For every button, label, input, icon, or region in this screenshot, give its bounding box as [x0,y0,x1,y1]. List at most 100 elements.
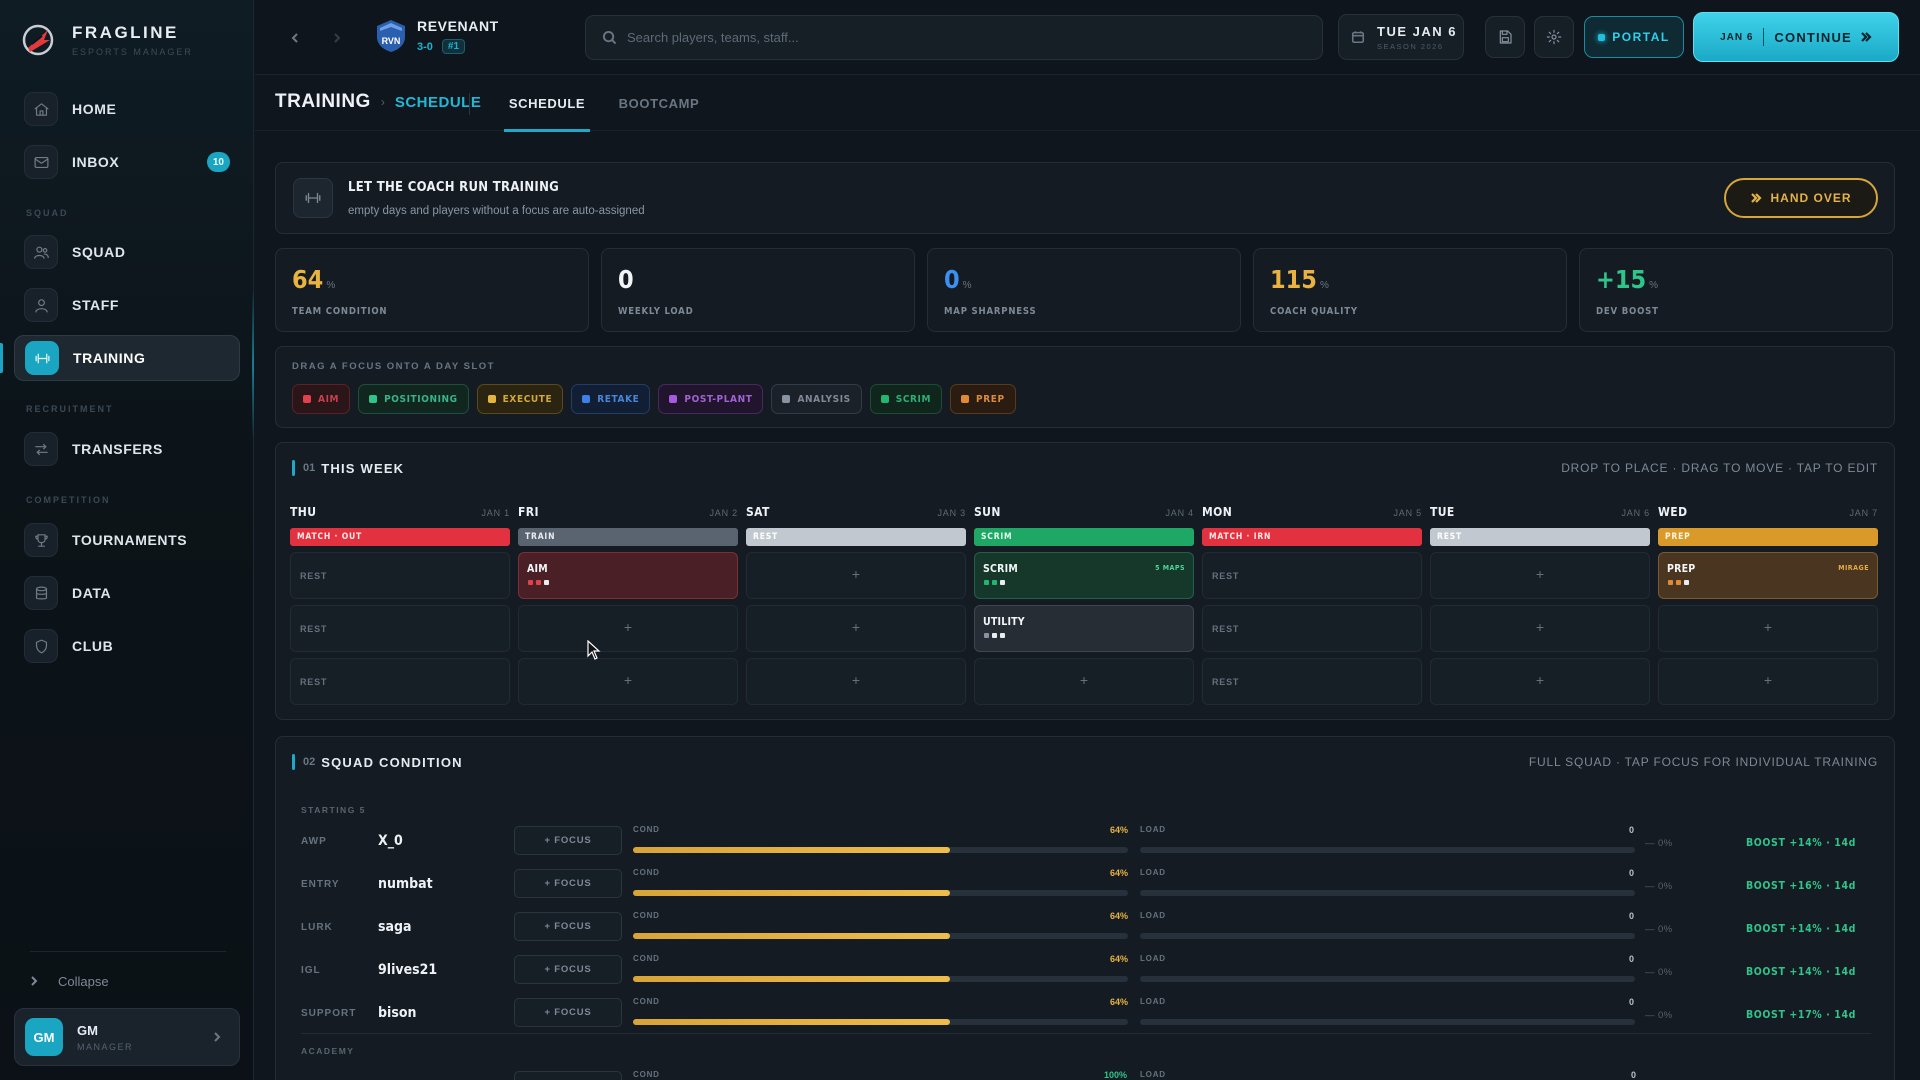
search-input[interactable] [627,30,1322,45]
slot-intensity [528,580,549,585]
day-slot[interactable]: REST [290,552,510,599]
load-delta: — 0% [1645,924,1673,935]
player-name[interactable]: X_0 [378,833,403,849]
add-focus-button[interactable]: + FOCUS [514,826,622,855]
slot-focus-aim[interactable]: AIM [518,552,738,599]
player-name[interactable]: 9lives21 [378,962,437,978]
sidebar-item-label: DATA [72,585,112,601]
focus-chip-analysis[interactable]: ANALYSIS [771,384,862,414]
slot-label: REST [1212,624,1240,634]
day-slot[interactable]: REST [290,658,510,705]
sidebar-item-transfers[interactable]: TRANSFERS [14,426,240,472]
day-slot[interactable]: + [1430,605,1650,652]
add-focus-button[interactable]: + FOCUS [514,955,622,984]
section-title: SQUAD CONDITION [321,754,463,770]
breadcrumb-separator: › [380,95,385,109]
cond-label: COND [633,825,660,834]
page-title[interactable]: TRAINING [275,91,371,113]
day-slot[interactable]: REST [1202,605,1422,652]
home-icon [24,92,58,126]
stat-value: 115 [1270,265,1317,294]
focus-chip-retake[interactable]: RETAKE [571,384,651,414]
forward-button[interactable] [327,26,347,50]
cond-value: 64% [1110,954,1129,964]
starting-five-label: STARTING 5 [301,805,366,815]
search-icon [602,30,617,45]
slot-focus-utility[interactable]: UTILITY [974,605,1194,652]
add-focus-button[interactable] [514,1071,622,1080]
add-focus-button[interactable]: + FOCUS [514,998,622,1027]
sidebar-item-training[interactable]: TRAINING [14,335,240,381]
day-slot[interactable]: + [1658,605,1878,652]
day-slot[interactable]: REST [1202,658,1422,705]
sidebar-item-home[interactable]: HOME [14,86,240,132]
date-display[interactable]: TUE JAN 6 SEASON 2026 [1338,14,1464,60]
day-slot[interactable]: REST [290,605,510,652]
brand[interactable]: FRAGLINE ESPORTS MANAGER [20,18,193,62]
add-slot-icon: + [851,566,861,582]
stat-value: 0 [944,265,960,294]
slot-label: PREP [1667,563,1696,575]
topbar: RVN REVENANT 3-0 #1 TUE JAN 6 SEASON 202… [255,0,1920,75]
collapse-button[interactable]: Collapse [28,968,109,994]
load-value: 0 [1629,868,1635,878]
sidebar-item-inbox[interactable]: INBOX 10 [14,139,240,185]
focus-chip-execute[interactable]: EXECUTE [476,384,564,414]
slot-label: UTILITY [983,616,1025,628]
sidebar-item-label: TRANSFERS [72,441,163,457]
day-slot[interactable]: + [974,658,1194,705]
portal-button[interactable]: PORTAL [1584,16,1684,58]
day-slot[interactable]: + [1430,658,1650,705]
player-name[interactable]: numbat [378,876,433,892]
day-slot[interactable]: + [518,658,738,705]
sidebar-item-staff[interactable]: STAFF [14,282,240,328]
double-chevron-right-icon [1751,193,1763,203]
day-date: JAN 5 [1393,508,1422,518]
day-slot[interactable]: + [1430,552,1650,599]
save-button[interactable] [1485,16,1525,58]
stat-unit: % [326,280,336,291]
section-hint: FULL SQUAD · TAP FOCUS FOR INDIVIDUAL TR… [1528,755,1878,769]
continue-date: JAN 6 [1720,31,1754,43]
focus-chip-scrim[interactable]: SCRIM [869,384,943,414]
slot-intensity [1668,580,1689,585]
team-block[interactable]: RVN REVENANT 3-0 #1 [375,18,499,54]
hand-over-button[interactable]: HAND OVER [1724,178,1878,218]
focus-chip-positioning[interactable]: POSITIONING [358,384,469,414]
day-type-tag: PREP [1658,528,1878,546]
back-button[interactable] [285,26,305,50]
day-slot[interactable]: + [746,552,966,599]
tab-schedule[interactable]: SCHEDULE [504,76,590,132]
load-delta: — 0% [1645,838,1673,849]
mail-icon [24,145,58,179]
continue-button[interactable]: JAN 6 CONTINUE [1693,12,1899,62]
focus-chip-aim[interactable]: AIM [292,384,351,414]
player-name[interactable]: saga [378,919,412,935]
user-card[interactable]: GM GM MANAGER [14,1008,240,1066]
team-name: REVENANT [417,18,499,34]
slot-focus-prep[interactable]: PREP MIRAGE [1658,552,1878,599]
save-icon [1499,30,1512,44]
sidebar-item-label: CLUB [72,638,114,654]
add-focus-button[interactable]: + FOCUS [514,869,622,898]
section-hint: DROP TO PLACE · DRAG TO MOVE · TAP TO ED… [1561,461,1878,475]
day-slot[interactable]: + [1658,658,1878,705]
sidebar-item-club[interactable]: CLUB [14,623,240,669]
tab-bootcamp[interactable]: BOOTCAMP [614,76,704,131]
day-slot[interactable]: REST [1202,552,1422,599]
day-slot[interactable]: + [746,605,966,652]
player-name[interactable]: bison [378,1005,416,1021]
settings-button[interactable] [1534,16,1574,58]
search-bar[interactable] [585,15,1323,60]
day-slot[interactable]: + [518,605,738,652]
load-label: LOAD [1140,997,1166,1006]
sidebar-item-data[interactable]: DATA [14,570,240,616]
day-slot[interactable]: + [746,658,966,705]
focus-chip-prep[interactable]: PREP [950,384,1016,414]
sidebar-item-tournaments[interactable]: TOURNAMENTS [14,517,240,563]
sidebar-item-squad[interactable]: SQUAD [14,229,240,275]
player-role: AWP [301,836,327,847]
add-focus-button[interactable]: + FOCUS [514,912,622,941]
focus-chip-post-plant[interactable]: POST-PLANT [658,384,764,414]
slot-focus-scrim[interactable]: SCRIM 5 MAPS [974,552,1194,599]
